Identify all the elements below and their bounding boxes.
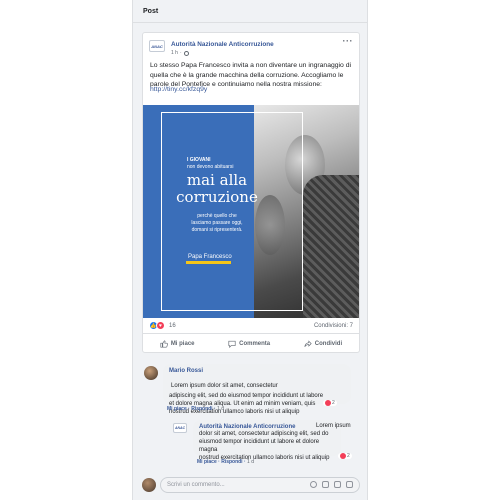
image-heading-small: I GIOVANI xyxy=(187,157,211,163)
sticker-icon[interactable] xyxy=(346,481,353,488)
reactions-count[interactable]: 16 xyxy=(169,323,176,329)
image-quote-line: lasciamo passare oggi, xyxy=(191,220,243,226)
reply-avatar[interactable]: ANAC xyxy=(173,423,187,433)
image-signature: Papa Francesco xyxy=(188,254,232,260)
post-image[interactable]: I GIOVANI non devono abituarsi mai alla … xyxy=(143,105,359,318)
emoji-icon[interactable] xyxy=(310,481,317,488)
more-options-icon[interactable]: ··· xyxy=(343,36,354,46)
share-button[interactable]: Condividi xyxy=(304,340,342,348)
reply-logo-text: ANAC xyxy=(174,426,186,430)
image-quote-line: perchè quello che xyxy=(197,213,237,219)
comment-reactions[interactable]: 2 xyxy=(323,400,337,406)
image-heading-big: corruzione xyxy=(176,188,258,206)
divider xyxy=(133,22,367,23)
thumbs-up-icon xyxy=(160,340,168,348)
share-icon xyxy=(304,340,312,347)
post-actions: Mi piace Commenta Condividi xyxy=(143,335,359,353)
comment-text-line: Lorem ipsum dolor sit amet, consectetur xyxy=(171,383,278,389)
image-frame-border xyxy=(161,112,303,311)
heart-icon xyxy=(340,453,346,459)
post-meta: 1 h · xyxy=(171,50,189,56)
comment-label: Commenta xyxy=(239,341,271,347)
comment-bubble: Mario Rossi Lorem ipsum dolor sit amet, … xyxy=(163,364,351,415)
post-author[interactable]: Autorità Nazionale Anticorruzione xyxy=(171,41,274,48)
share-label: Condividi xyxy=(314,341,343,347)
post-frame: Post ANAC Autorità Nazionale Anticorruzi… xyxy=(132,0,368,500)
heart-icon xyxy=(325,400,331,406)
comment-icon xyxy=(228,340,236,348)
like-button[interactable]: Mi piace xyxy=(160,340,195,348)
shares-count[interactable]: Condivisioni: 7 xyxy=(314,323,353,329)
reaction-icons[interactable]: 👍 ♥ xyxy=(149,321,165,330)
reply-bubble: Autorità Nazionale Anticorruzione Lorem … xyxy=(193,420,351,461)
image-heading-big: mai alla xyxy=(186,171,248,189)
author-avatar[interactable]: ANAC xyxy=(149,40,165,52)
reply-reactions[interactable]: 2 xyxy=(338,453,352,459)
reply-text-line: dolor sit amet, consectetur adipiscing e… xyxy=(199,431,329,437)
camera-icon[interactable] xyxy=(322,481,329,488)
comment-like-link[interactable]: Mi piace xyxy=(167,406,187,412)
comment-reply-link[interactable]: Rispondi xyxy=(191,406,212,412)
reply-reply-link[interactable]: Rispondi xyxy=(221,459,242,465)
comment-actions: Mi piace · Rispondi · 1 d xyxy=(167,406,224,412)
globe-icon xyxy=(183,50,189,56)
reply-text-line: eiusmod tempor incididunt ut labore et d… xyxy=(199,439,320,453)
post-text-line: Lo stesso Papa Francesco invita a non di… xyxy=(150,62,352,69)
separator-dot: · xyxy=(179,50,182,56)
photo-figure xyxy=(303,175,359,318)
comment-author[interactable]: Mario Rossi xyxy=(169,368,345,374)
comment-time[interactable]: 1 d xyxy=(217,406,224,412)
signature-underline xyxy=(186,261,231,264)
image-quote: perchè quello che lasciamo passare oggi,… xyxy=(167,213,267,234)
post-time[interactable]: 1 h xyxy=(171,50,178,56)
post-link[interactable]: http://tiny.cc/kfzq9y xyxy=(150,86,207,93)
author-logo-text: ANAC xyxy=(151,43,163,49)
reply-text-line: Lorem ipsum xyxy=(316,423,351,429)
page-title: Post xyxy=(143,8,159,15)
love-reaction-icon: ♥ xyxy=(156,321,165,330)
gif-icon[interactable] xyxy=(334,481,341,488)
commenter-avatar[interactable] xyxy=(144,366,158,380)
reply-time[interactable]: 1 d xyxy=(247,459,254,465)
comment-reaction-count: 2 xyxy=(332,400,335,406)
like-label: Mi piace xyxy=(170,341,195,347)
post-text-line: quella che è la grande macchina della co… xyxy=(150,71,344,79)
comment-button[interactable]: Commenta xyxy=(228,340,270,348)
user-avatar[interactable] xyxy=(142,478,156,492)
reply-like-link[interactable]: Mi piace xyxy=(197,459,217,465)
post-card: ANAC Autorità Nazionale Anticorruzione 1… xyxy=(142,32,360,353)
post-stats: 👍 ♥ 16 Condivisioni: 7 xyxy=(143,320,359,334)
composer-icons xyxy=(310,481,353,488)
comment-composer: Scrivi un commento... xyxy=(142,476,360,496)
image-quote-line: domani si ripresenterà. xyxy=(191,227,243,233)
reply-actions: Mi piace · Rispondi · 1 d xyxy=(197,459,254,465)
image-heading-small: non devono abituarsi xyxy=(187,164,234,170)
comment-text-line: adipiscing elit, sed do eiusmod tempor i… xyxy=(169,393,324,399)
reply-reaction-count: 2 xyxy=(347,453,350,459)
